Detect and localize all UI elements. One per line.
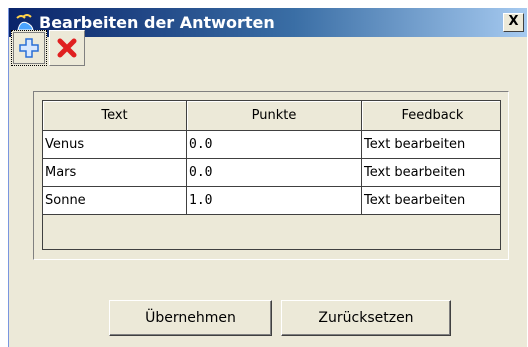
reset-button[interactable]: Zurücksetzen	[281, 300, 451, 336]
table-row[interactable]: Mars 0.0 Text bearbeiten	[43, 158, 500, 187]
table-header-row: Text Punkte Feedback	[43, 101, 500, 131]
cell-punkte[interactable]: 0.0	[186, 130, 362, 159]
cell-punkte[interactable]: 1.0	[186, 186, 362, 215]
column-header-punkte[interactable]: Punkte	[186, 101, 362, 131]
table-row[interactable]: Sonne 1.0 Text bearbeiten	[43, 186, 500, 215]
apply-button[interactable]: Übernehmen	[109, 300, 272, 336]
close-icon: X	[508, 14, 519, 29]
cell-punkte[interactable]: 0.0	[186, 158, 362, 187]
red-x-icon	[57, 38, 77, 58]
dialog-window: Bearbeiten der Antworten X Text Punkte F…	[8, 8, 527, 347]
column-header-text[interactable]: Text	[43, 101, 187, 131]
cell-text[interactable]: Venus	[43, 130, 187, 159]
table-row[interactable]: Venus 0.0 Text bearbeiten	[43, 130, 500, 159]
cell-text[interactable]: Sonne	[43, 186, 187, 215]
add-answer-button[interactable]	[11, 30, 47, 66]
cell-feedback[interactable]: Text bearbeiten	[361, 186, 500, 215]
cell-feedback[interactable]: Text bearbeiten	[361, 130, 500, 159]
delete-answer-button[interactable]	[49, 30, 85, 66]
column-header-feedback[interactable]: Feedback	[361, 101, 500, 131]
title-bar[interactable]: Bearbeiten der Antworten X	[9, 8, 527, 37]
plus-icon	[19, 38, 39, 58]
close-button[interactable]: X	[503, 13, 524, 32]
answers-table[interactable]: Text Punkte Feedback Venus 0.0 Text bear…	[42, 100, 501, 250]
cell-feedback[interactable]: Text bearbeiten	[361, 158, 500, 187]
cell-text[interactable]: Mars	[43, 158, 187, 187]
